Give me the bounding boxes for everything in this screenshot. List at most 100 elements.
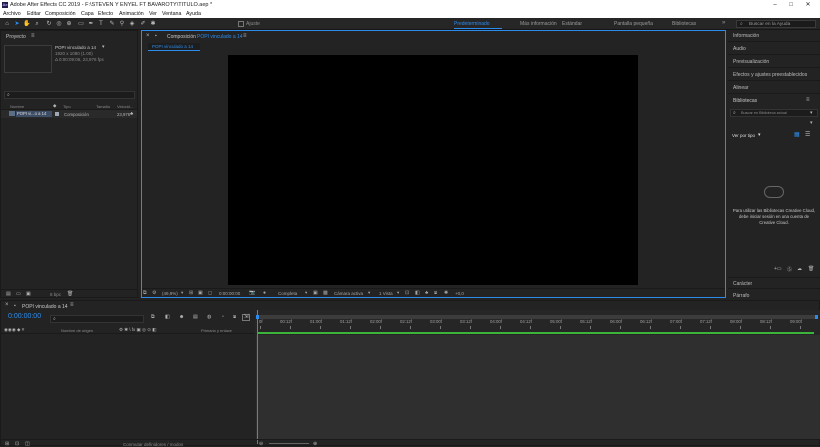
always-preview-icon[interactable]: ⧉: [143, 290, 147, 296]
chevron-down-icon[interactable]: ▾: [810, 120, 813, 126]
chevron-down-icon[interactable]: ▾: [397, 290, 399, 296]
col-tamano[interactable]: Tamaño: [96, 104, 110, 109]
timeline-link-icon[interactable]: ⧈: [434, 290, 437, 296]
panel-efectos[interactable]: Efectos y ajustes preestablecidos: [728, 69, 820, 81]
menu-ayuda[interactable]: Ayuda: [186, 11, 201, 17]
camera-tool-icon[interactable]: ◎: [55, 20, 63, 28]
menu-efecto[interactable]: Efecto: [98, 11, 113, 17]
roto-brush-tool-icon[interactable]: ✐: [139, 20, 147, 28]
chevron-down-icon[interactable]: ▾: [810, 110, 813, 116]
timeline-tracks[interactable]: [256, 335, 820, 439]
panel-caracter[interactable]: Carácter: [728, 277, 820, 289]
panel-alinear[interactable]: Alinear: [728, 82, 820, 94]
new-composition-icon[interactable]: ▣: [26, 291, 31, 297]
snapshot-icon[interactable]: 📷: [249, 290, 255, 296]
panel-menu-icon[interactable]: ≡: [70, 302, 74, 308]
interpret-footage-icon[interactable]: ▤: [6, 291, 11, 297]
menu-capa[interactable]: Capa: [81, 11, 94, 17]
frame-blending-icon[interactable]: ▤: [193, 314, 198, 320]
timeline-tab[interactable]: POPI vinculado a 14: [22, 304, 68, 310]
motion-blur-icon[interactable]: ◍: [207, 314, 211, 320]
col-primario[interactable]: Primario y enlace: [201, 328, 232, 333]
home-icon[interactable]: ⌂: [3, 20, 11, 28]
maximize-button[interactable]: □: [783, 0, 799, 10]
zoom-slider[interactable]: [269, 443, 309, 444]
col-nombre-origen[interactable]: Nombre de origen: [61, 328, 93, 333]
exposure-value[interactable]: +0,0: [455, 291, 464, 296]
composition-panel-title[interactable]: Composición: [167, 34, 196, 40]
camera-dropdown[interactable]: Cámara activa: [334, 291, 363, 296]
eraser-tool-icon[interactable]: ◈: [128, 20, 136, 28]
panel-previsualizacion[interactable]: Previsualización: [728, 56, 820, 68]
help-search-input[interactable]: ⌕ Buscar en la Ayuda: [736, 20, 816, 28]
sync-icon[interactable]: ☁: [797, 266, 802, 272]
panel-menu-icon[interactable]: ≡: [243, 33, 247, 39]
fast-previews-icon[interactable]: ▣: [313, 290, 318, 296]
minimize-button[interactable]: –: [767, 0, 783, 10]
draft-3d-icon[interactable]: ◧: [415, 290, 420, 296]
viewer-settings-icon[interactable]: ⚙: [152, 290, 156, 296]
draft-3d-icon[interactable]: ◧: [165, 314, 170, 320]
trash-icon[interactable]: 🗑: [808, 266, 814, 272]
chevron-down-icon[interactable]: ▾: [368, 290, 370, 296]
close-button[interactable]: ✕: [800, 0, 816, 10]
zoom-in-icon[interactable]: ⊕: [313, 441, 317, 447]
workspace-mas-informacion[interactable]: Más información: [520, 21, 557, 27]
time-ruler[interactable]: 0f 00:12f 01:00f 01:12f 02:00f 02:12f 03:00f 03…: [255, 310, 820, 335]
chevron-down-icon[interactable]: ▾: [181, 290, 183, 296]
lock-icon[interactable]: ▪: [155, 33, 157, 39]
menu-composicion[interactable]: Composición: [45, 11, 76, 17]
timeline-timecode[interactable]: 0:00:00:00: [8, 313, 41, 320]
close-tab-icon[interactable]: ×: [5, 302, 9, 308]
graph-toggle-icon[interactable]: ⇲: [242, 314, 250, 321]
composition-viewer[interactable]: [228, 55, 638, 285]
pixel-aspect-icon[interactable]: ⊡: [405, 290, 409, 296]
channel-color-icon[interactable]: ●: [263, 290, 266, 296]
mask-toggle-icon[interactable]: ▣: [198, 290, 203, 296]
rectangle-tool-icon[interactable]: ▭: [77, 20, 85, 28]
clone-stamp-tool-icon[interactable]: ⚲: [118, 20, 126, 28]
menu-ventana[interactable]: Ventana: [162, 11, 181, 17]
trash-icon[interactable]: 🗑: [67, 291, 73, 297]
puppet-tool-icon[interactable]: ✱: [149, 20, 157, 28]
bpc-label[interactable]: 8 bpc: [50, 292, 61, 297]
lock-icon[interactable]: ▪: [14, 303, 16, 309]
project-panel-title[interactable]: Proyecto: [6, 34, 26, 40]
viewer-timecode[interactable]: 0:00:00:00: [219, 291, 240, 296]
composition-tab[interactable]: POPI vinculado a 14: [148, 43, 200, 51]
col-velocidad[interactable]: Velocid...: [117, 104, 133, 109]
pan-behind-tool-icon[interactable]: ⊕: [65, 20, 73, 28]
panel-menu-icon[interactable]: ≡: [31, 33, 35, 39]
zoom-tool-icon[interactable]: ⌕: [33, 20, 41, 28]
chevron-down-icon[interactable]: ▾: [758, 132, 761, 138]
panel-menu-icon[interactable]: ≡: [806, 97, 810, 103]
ajuste-checkbox[interactable]: [238, 21, 244, 27]
zoom-out-icon[interactable]: ⊖: [259, 441, 263, 447]
toggle-switches-modes[interactable]: Conmutar definidores / modos: [123, 442, 183, 447]
menu-ver[interactable]: Ver: [149, 11, 157, 17]
menu-archivo[interactable]: Archivo: [3, 11, 21, 17]
workspace-predeterminado[interactable]: Predeterminado: [454, 21, 490, 27]
workspace-overflow-icon[interactable]: »: [722, 20, 725, 26]
view-by-type[interactable]: Ver por tipo: [732, 133, 755, 138]
new-folder-icon[interactable]: ▭: [16, 291, 21, 297]
graph-editor-icon[interactable]: ◔: [221, 314, 224, 320]
views-dropdown[interactable]: 1 Vista: [379, 291, 393, 296]
menu-animacion[interactable]: Animación: [119, 11, 144, 17]
chevron-down-icon[interactable]: ▾: [305, 290, 307, 296]
close-tab-icon[interactable]: ×: [146, 33, 150, 39]
selection-tool-icon[interactable]: ➤: [13, 20, 21, 28]
grid-view-icon[interactable]: ▦: [794, 131, 800, 138]
col-nombre[interactable]: Nombre: [10, 104, 24, 109]
add-content-icon[interactable]: +▭: [774, 266, 782, 272]
transparency-grid-icon[interactable]: ▩: [323, 290, 328, 296]
panel-informacion[interactable]: Información: [728, 30, 820, 42]
list-view-icon[interactable]: ☰: [805, 131, 810, 138]
workspace-estandar[interactable]: Estándar: [562, 21, 582, 27]
link-icon[interactable]: ⧈: [233, 314, 236, 320]
panel-audio[interactable]: Audio: [728, 43, 820, 55]
hand-tool-icon[interactable]: ✋: [23, 20, 31, 28]
libraries-title[interactable]: Bibliotecas: [733, 98, 757, 104]
zoom-dropdown[interactable]: (49,9%): [162, 291, 178, 296]
grid-icon[interactable]: ⊞: [189, 290, 193, 296]
